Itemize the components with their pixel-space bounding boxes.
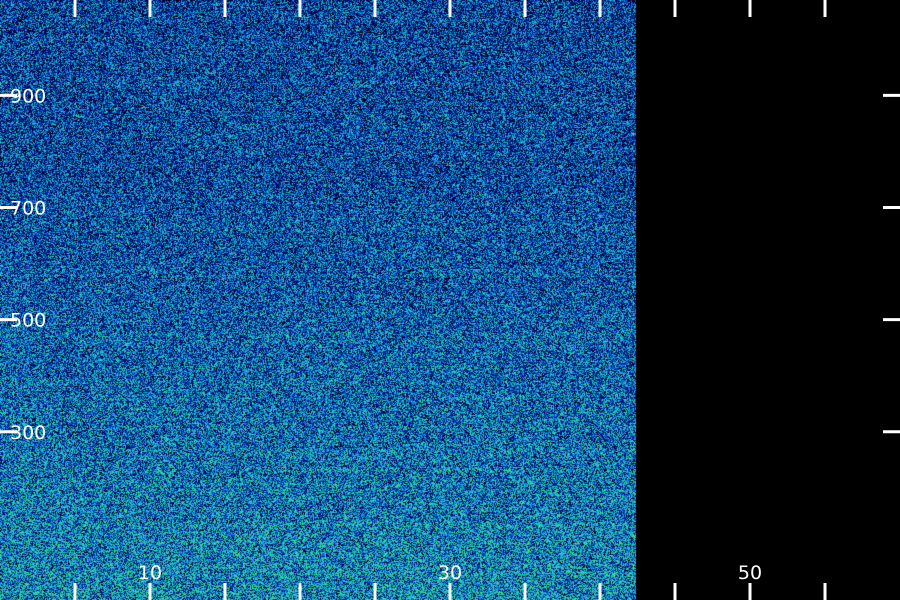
axes-overlay: 10 30 50 300 500 700 900 [0, 0, 900, 600]
y-tick-label: 500 [10, 310, 46, 332]
spectrogram-chart: 10 30 50 300 500 700 900 [0, 0, 900, 600]
y-tick-label: 300 [10, 422, 46, 444]
x-tick-label: 50 [738, 562, 762, 584]
ticks-layer [0, 0, 900, 600]
x-tick-label: 30 [438, 562, 462, 584]
x-tick-label: 10 [138, 562, 162, 584]
y-tick-label: 900 [10, 85, 46, 107]
y-tick-label: 700 [10, 197, 46, 219]
labels-layer: 10 30 50 300 500 700 900 [10, 85, 762, 584]
